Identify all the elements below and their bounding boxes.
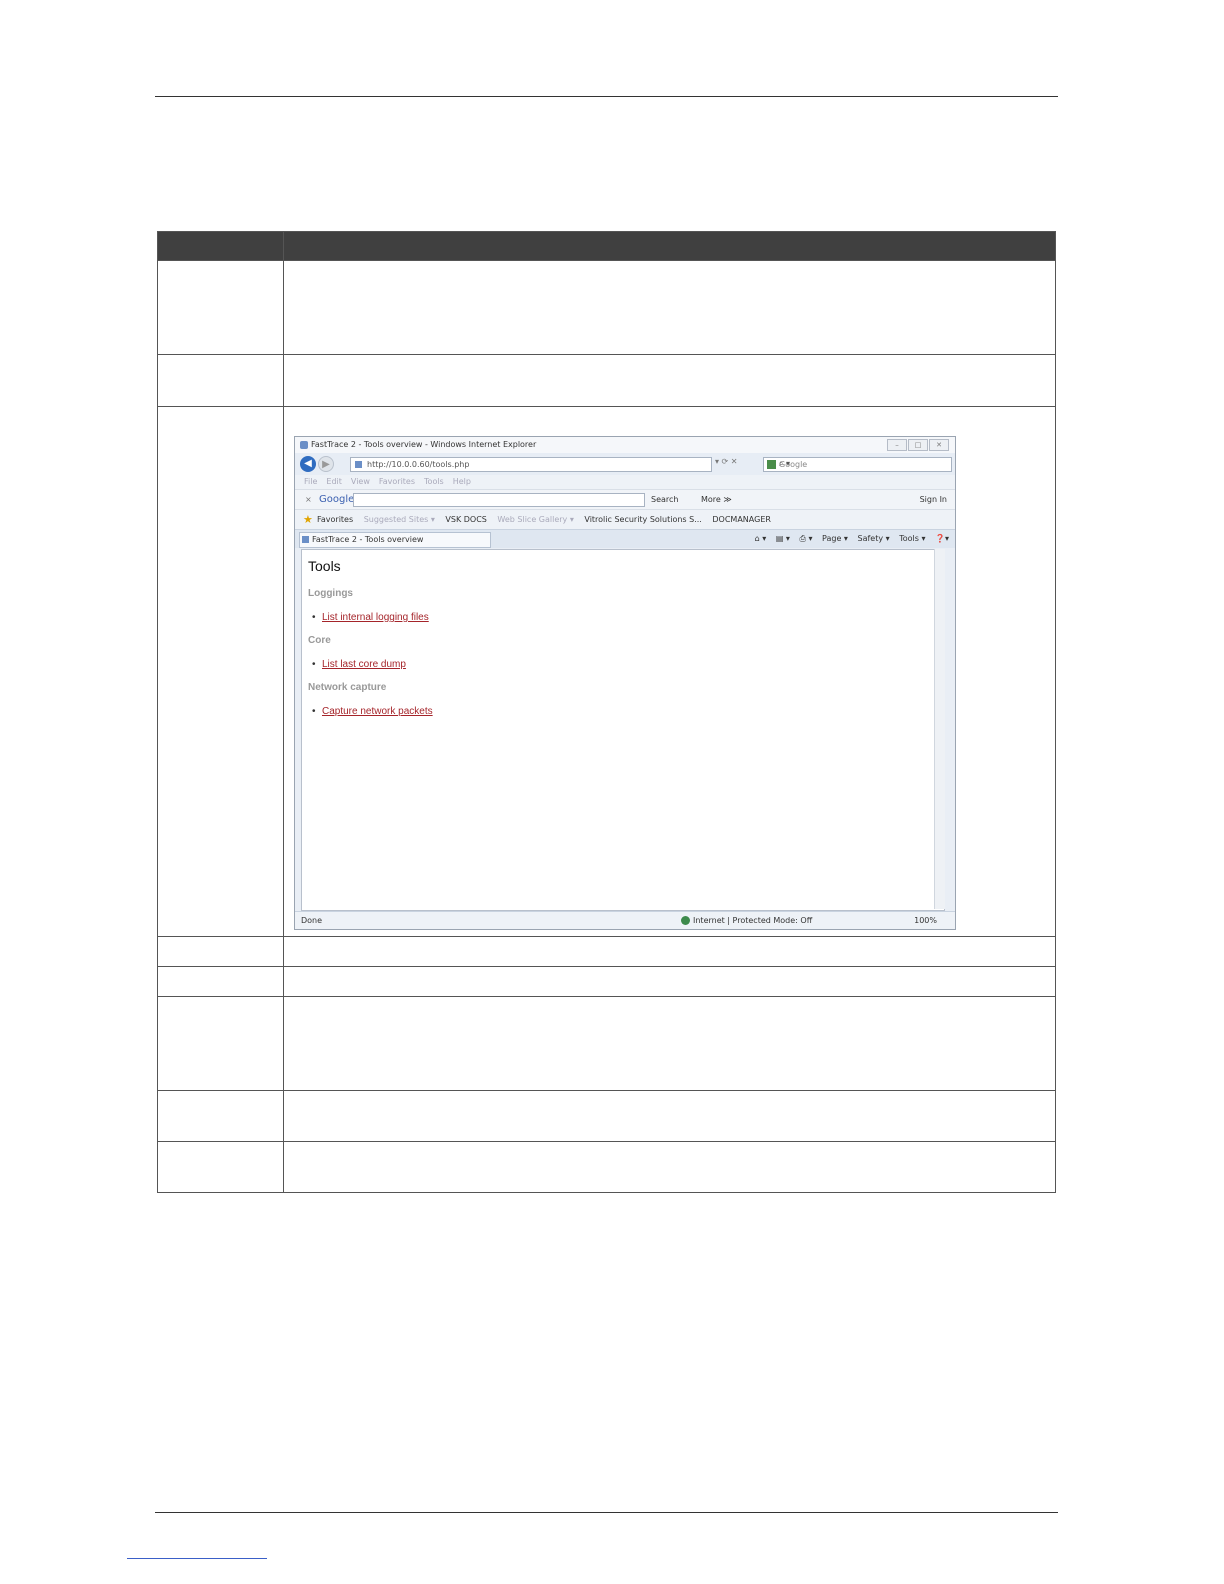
section-title-loggings: Loggings: [308, 588, 353, 599]
search-provider-icon: [767, 460, 776, 469]
search-box[interactable]: Google ⌕ ▾: [763, 457, 952, 472]
feeds-icon[interactable]: ▤ ▾: [776, 534, 790, 543]
browser-titlebar: FastTrace 2 - Tools overview - Windows I…: [295, 437, 955, 453]
help-icon[interactable]: ❓▾: [935, 534, 949, 543]
ie-icon: [300, 441, 308, 449]
favorite-suggested-sites[interactable]: Suggested Sites ▾: [364, 515, 435, 524]
favorites-bar: ★ Favorites Suggested Sites ▾ VSK DOCS W…: [295, 509, 955, 530]
section-title-network-capture: Network capture: [308, 682, 387, 693]
vertical-scrollbar[interactable]: [934, 549, 945, 909]
address-bar[interactable]: http://10.0.0.60/tools.php: [350, 457, 712, 472]
table-row: [157, 260, 1056, 355]
tab-tools-overview[interactable]: FastTrace 2 - Tools overview: [299, 532, 491, 548]
browser-screenshot: FastTrace 2 - Tools overview - Windows I…: [294, 436, 956, 930]
table-row: [157, 354, 1056, 407]
link-capture-packets[interactable]: Capture network packets: [312, 706, 433, 717]
menu-favorites[interactable]: Favorites: [379, 477, 415, 486]
google-search-button[interactable]: Search: [651, 495, 678, 504]
table-row: [157, 1141, 1056, 1193]
menu-bar: File Edit View Favorites Tools Help: [295, 475, 955, 489]
minimize-icon[interactable]: –: [887, 439, 907, 451]
page-content: Tools Loggings List internal logging fil…: [301, 549, 945, 911]
menu-view[interactable]: View: [351, 477, 370, 486]
print-icon[interactable]: ⎙ ▾: [800, 534, 813, 543]
navigation-bar: ◀ ▶ http://10.0.0.60/tools.php ▾ ⟳ ✕ Goo…: [295, 453, 955, 475]
menu-edit[interactable]: Edit: [326, 477, 342, 486]
menu-tools[interactable]: Tools: [424, 477, 444, 486]
command-bar: ⌂ ▾ ▤ ▾ ⎙ ▾ Page ▾ Safety ▾ Tools ▾ ❓▾: [748, 534, 949, 544]
search-icon[interactable]: ⌕ ▾: [779, 459, 947, 469]
globe-icon: [681, 916, 690, 925]
favorite-web-slice-gallery[interactable]: Web Slice Gallery ▾: [497, 515, 573, 524]
maximize-icon[interactable]: □: [908, 439, 928, 451]
google-sign-in[interactable]: Sign In: [920, 495, 947, 504]
window-title: FastTrace 2 - Tools overview - Windows I…: [311, 440, 537, 449]
favorites-button[interactable]: Favorites: [317, 515, 353, 524]
tab-title: FastTrace 2 - Tools overview: [312, 535, 424, 544]
close-icon[interactable]: ✕: [929, 439, 949, 451]
home-icon[interactable]: ⌂ ▾: [755, 534, 767, 543]
status-bar: Done Internet | Protected Mode: Off 100%: [295, 911, 955, 929]
page-title: Tools: [308, 558, 341, 574]
favorite-docmanager[interactable]: DOCMANAGER: [712, 515, 771, 524]
link-list-core-dump[interactable]: List last core dump: [312, 659, 406, 670]
status-text: Done: [301, 916, 323, 925]
footnote-link-line: [127, 1558, 267, 1559]
security-zone: Internet | Protected Mode: Off: [693, 916, 813, 925]
tools-menu[interactable]: Tools ▾: [899, 534, 925, 543]
favorites-items: Favorites Suggested Sites ▾ VSK DOCS Web…: [317, 515, 779, 524]
link-list-logging-files[interactable]: List internal logging files: [312, 612, 429, 623]
screenshot-cell: FastTrace 2 - Tools overview - Windows I…: [283, 406, 1056, 937]
google-more-button[interactable]: More ≫: [701, 495, 732, 504]
google-logo: Google: [319, 494, 355, 505]
table-row: [157, 1090, 1056, 1142]
table-row: [157, 996, 1056, 1091]
menu-help[interactable]: Help: [453, 477, 471, 486]
footer-rule: [155, 1512, 1058, 1513]
zoom-level[interactable]: 100%: [914, 916, 937, 925]
specification-table: FastTrace 2 - Tools overview - Windows I…: [157, 231, 1056, 1193]
google-toolbar: × Google Search More ≫ Sign In: [295, 489, 955, 510]
refresh-stop-icons[interactable]: ▾ ⟳ ✕: [715, 457, 738, 466]
favorite-security-solutions[interactable]: Vitrolic Security Solutions S...: [584, 515, 701, 524]
table-row: FastTrace 2 - Tools overview - Windows I…: [157, 406, 1056, 937]
menu-file[interactable]: File: [304, 477, 317, 486]
table-row: [157, 936, 1056, 967]
page-icon: [302, 536, 309, 543]
header-rule: [155, 96, 1058, 97]
safety-menu[interactable]: Safety ▾: [858, 534, 890, 543]
back-arrow-icon[interactable]: ◀: [300, 456, 316, 472]
page-menu[interactable]: Page ▾: [822, 534, 848, 543]
section-title-core: Core: [308, 635, 331, 646]
favorite-vsk-docs[interactable]: VSK DOCS: [445, 515, 486, 524]
window-controls: – □ ✕: [886, 439, 949, 451]
table-header-row: [157, 231, 1056, 261]
forward-arrow-icon[interactable]: ▶: [318, 456, 334, 472]
google-search-input[interactable]: [353, 493, 645, 507]
favorites-star-icon[interactable]: ★: [303, 513, 313, 526]
page-icon: [355, 461, 362, 468]
table-row: [157, 966, 1056, 997]
address-url: http://10.0.0.60/tools.php: [367, 460, 470, 469]
tab-bar: FastTrace 2 - Tools overview ⌂ ▾ ▤ ▾ ⎙ ▾…: [295, 529, 955, 548]
close-toolbar-icon[interactable]: ×: [305, 495, 312, 504]
